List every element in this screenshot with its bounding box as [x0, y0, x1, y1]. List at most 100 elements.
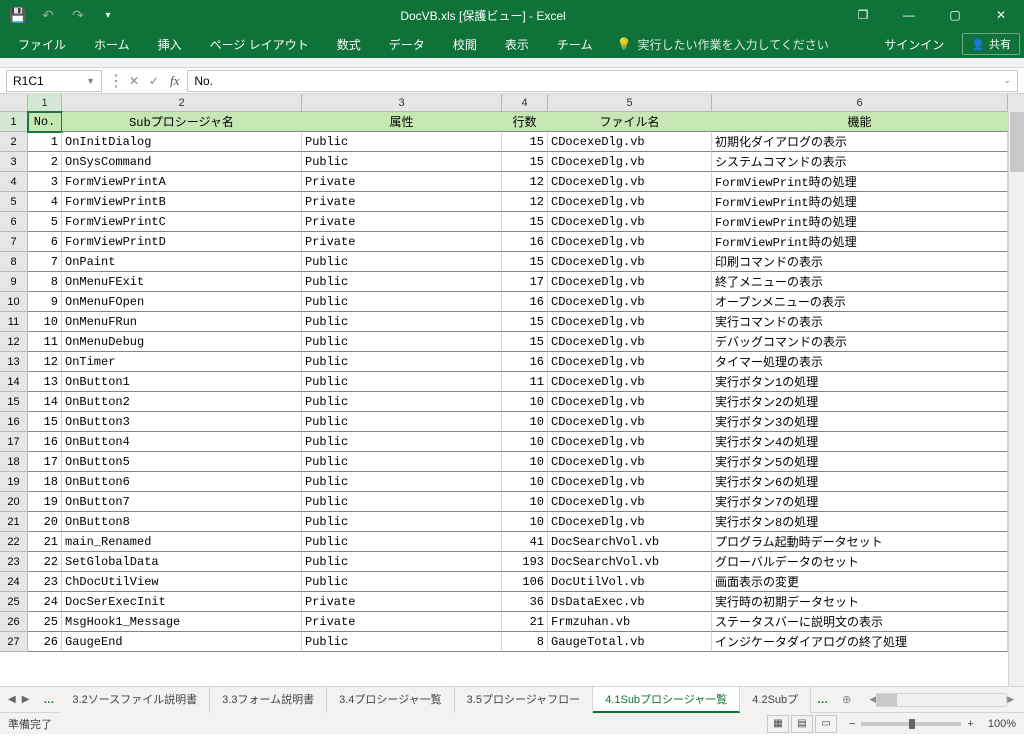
cell[interactable]: 10 [502, 492, 548, 512]
column-header[interactable]: 6 [712, 94, 1008, 112]
sheet-tab[interactable]: 3.3フォーム説明書 [210, 687, 327, 713]
cell[interactable]: OnButton2 [62, 392, 302, 412]
row-header[interactable]: 11 [0, 312, 28, 332]
column-header[interactable]: 4 [502, 94, 548, 112]
scroll-left-icon[interactable]: ◀ [869, 694, 876, 705]
cell[interactable]: グローバルデータのセット [712, 552, 1008, 572]
row-header[interactable]: 27 [0, 632, 28, 652]
cell[interactable]: DocUtilVol.vb [548, 572, 712, 592]
cell[interactable]: 16 [502, 232, 548, 252]
cell[interactable]: CDocexeDlg.vb [548, 212, 712, 232]
cell[interactable]: GaugeTotal.vb [548, 632, 712, 652]
cell[interactable]: 23 [28, 572, 62, 592]
cell[interactable]: CDocexeDlg.vb [548, 352, 712, 372]
redo-icon[interactable]: ↷ [70, 7, 86, 23]
cell[interactable]: FormViewPrint時の処理 [712, 232, 1008, 252]
cell[interactable]: 10 [502, 432, 548, 452]
cells-area[interactable]: No.Subプロシージャ名属性行数ファイル名機能1OnInitDialogPub… [28, 112, 1024, 652]
customize-qat-icon[interactable]: ▾ [100, 7, 116, 23]
row-header[interactable]: 4 [0, 172, 28, 192]
row-header[interactable]: 22 [0, 532, 28, 552]
scroll-right-icon[interactable]: ▶ [1007, 694, 1014, 705]
cell[interactable]: 6 [28, 232, 62, 252]
cell[interactable]: CDocexeDlg.vb [548, 332, 712, 352]
column-header[interactable]: 1 [28, 94, 62, 112]
cell[interactable]: CDocexeDlg.vb [548, 292, 712, 312]
cell[interactable]: 実行ボタン1の処理 [712, 372, 1008, 392]
zoom-slider-thumb[interactable] [909, 719, 915, 729]
cell[interactable]: 10 [502, 452, 548, 472]
cell[interactable]: CDocexeDlg.vb [548, 372, 712, 392]
maximize-button[interactable]: ▢ [932, 0, 978, 30]
zoom-slider[interactable] [861, 722, 961, 726]
cell[interactable]: インジケータダイアログの終了処理 [712, 632, 1008, 652]
cell[interactable]: 9 [28, 292, 62, 312]
cell[interactable]: CDocexeDlg.vb [548, 312, 712, 332]
cell[interactable]: Public [302, 552, 502, 572]
row-header[interactable]: 24 [0, 572, 28, 592]
row-header[interactable]: 23 [0, 552, 28, 572]
sheet-tab[interactable]: 3.2ソースファイル説明書 [60, 687, 210, 713]
row-header[interactable]: 14 [0, 372, 28, 392]
cell[interactable]: 16 [502, 292, 548, 312]
cell[interactable]: 実行ボタン4の処理 [712, 432, 1008, 452]
cell[interactable]: 実行ボタン6の処理 [712, 472, 1008, 492]
cell[interactable]: タイマー処理の表示 [712, 352, 1008, 372]
cell[interactable]: FormViewPrint時の処理 [712, 212, 1008, 232]
zoom-in-button[interactable]: + [967, 718, 973, 730]
zoom-out-button[interactable]: − [849, 718, 855, 730]
cell[interactable]: 実行ボタン3の処理 [712, 412, 1008, 432]
cell[interactable]: SetGlobalData [62, 552, 302, 572]
cell[interactable]: GaugeEnd [62, 632, 302, 652]
cell[interactable]: Private [302, 232, 502, 252]
ribbon-tab-4[interactable]: 数式 [323, 30, 375, 58]
cell[interactable]: Private [302, 612, 502, 632]
cell[interactable]: 25 [28, 612, 62, 632]
cell[interactable]: 初期化ダイアログの表示 [712, 132, 1008, 152]
row-header[interactable]: 8 [0, 252, 28, 272]
column-header[interactable]: 3 [302, 94, 502, 112]
row-header[interactable]: 3 [0, 152, 28, 172]
cell[interactable]: 実行ボタン7の処理 [712, 492, 1008, 512]
cell[interactable]: Public [302, 252, 502, 272]
sheet-nav-prev-icon[interactable]: ◀ [8, 694, 16, 705]
row-header[interactable]: 19 [0, 472, 28, 492]
cell[interactable]: FormViewPrint時の処理 [712, 172, 1008, 192]
cell[interactable]: OnMenuFRun [62, 312, 302, 332]
tell-me-search[interactable]: 💡 実行したい作業を入力してください [606, 36, 870, 53]
row-header[interactable]: 26 [0, 612, 28, 632]
row-header[interactable]: 6 [0, 212, 28, 232]
cell[interactable]: 実行ボタン5の処理 [712, 452, 1008, 472]
cell[interactable]: CDocexeDlg.vb [548, 432, 712, 452]
cell[interactable]: 終了メニューの表示 [712, 272, 1008, 292]
cell[interactable]: 実行ボタン8の処理 [712, 512, 1008, 532]
cell[interactable]: ChDocUtilView [62, 572, 302, 592]
sheet-overflow-left[interactable]: … [37, 694, 60, 706]
name-box[interactable]: R1C1 ▼ [6, 70, 102, 92]
row-header[interactable]: 13 [0, 352, 28, 372]
cell[interactable]: OnButton6 [62, 472, 302, 492]
cell[interactable]: OnSysCommand [62, 152, 302, 172]
cell[interactable]: 15 [502, 312, 548, 332]
header-cell[interactable]: 属性 [302, 112, 502, 132]
select-all-corner[interactable] [0, 94, 28, 112]
ribbon-tab-5[interactable]: データ [375, 30, 439, 58]
cell[interactable]: CDocexeDlg.vb [548, 172, 712, 192]
cell[interactable]: Public [302, 152, 502, 172]
cell[interactable]: CDocexeDlg.vb [548, 392, 712, 412]
column-header[interactable]: 2 [62, 94, 302, 112]
cell[interactable]: 8 [28, 272, 62, 292]
cell[interactable]: CDocexeDlg.vb [548, 152, 712, 172]
cell[interactable]: MsgHook1_Message [62, 612, 302, 632]
cell[interactable]: デバッグコマンドの表示 [712, 332, 1008, 352]
row-header[interactable]: 21 [0, 512, 28, 532]
cell[interactable]: 16 [502, 352, 548, 372]
ribbon-tab-3[interactable]: ページ レイアウト [196, 30, 323, 58]
cell[interactable]: 193 [502, 552, 548, 572]
expand-formula-icon[interactable]: ⌄ [1003, 75, 1011, 86]
cell[interactable]: Private [302, 212, 502, 232]
page-layout-view-icon[interactable]: ▤ [791, 715, 813, 733]
row-header[interactable]: 16 [0, 412, 28, 432]
cell[interactable]: 実行時の初期データセット [712, 592, 1008, 612]
share-button[interactable]: 👤 共有 [962, 33, 1020, 55]
